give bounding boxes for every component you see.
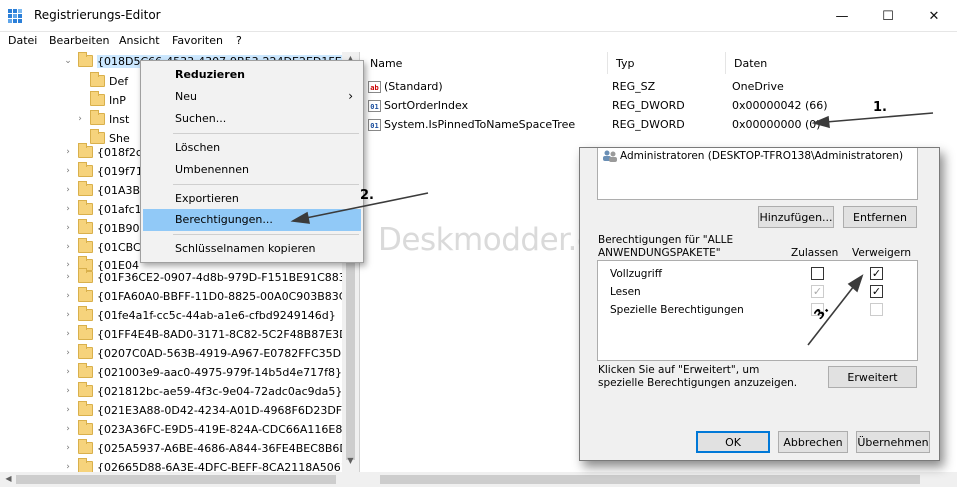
arrowhead-2	[290, 211, 311, 224]
annotation-arrows	[290, 112, 934, 346]
annotation-step-2: 2.	[360, 188, 374, 203]
arrowhead-1	[811, 115, 830, 129]
annotation-step-1: 1.	[873, 100, 887, 115]
